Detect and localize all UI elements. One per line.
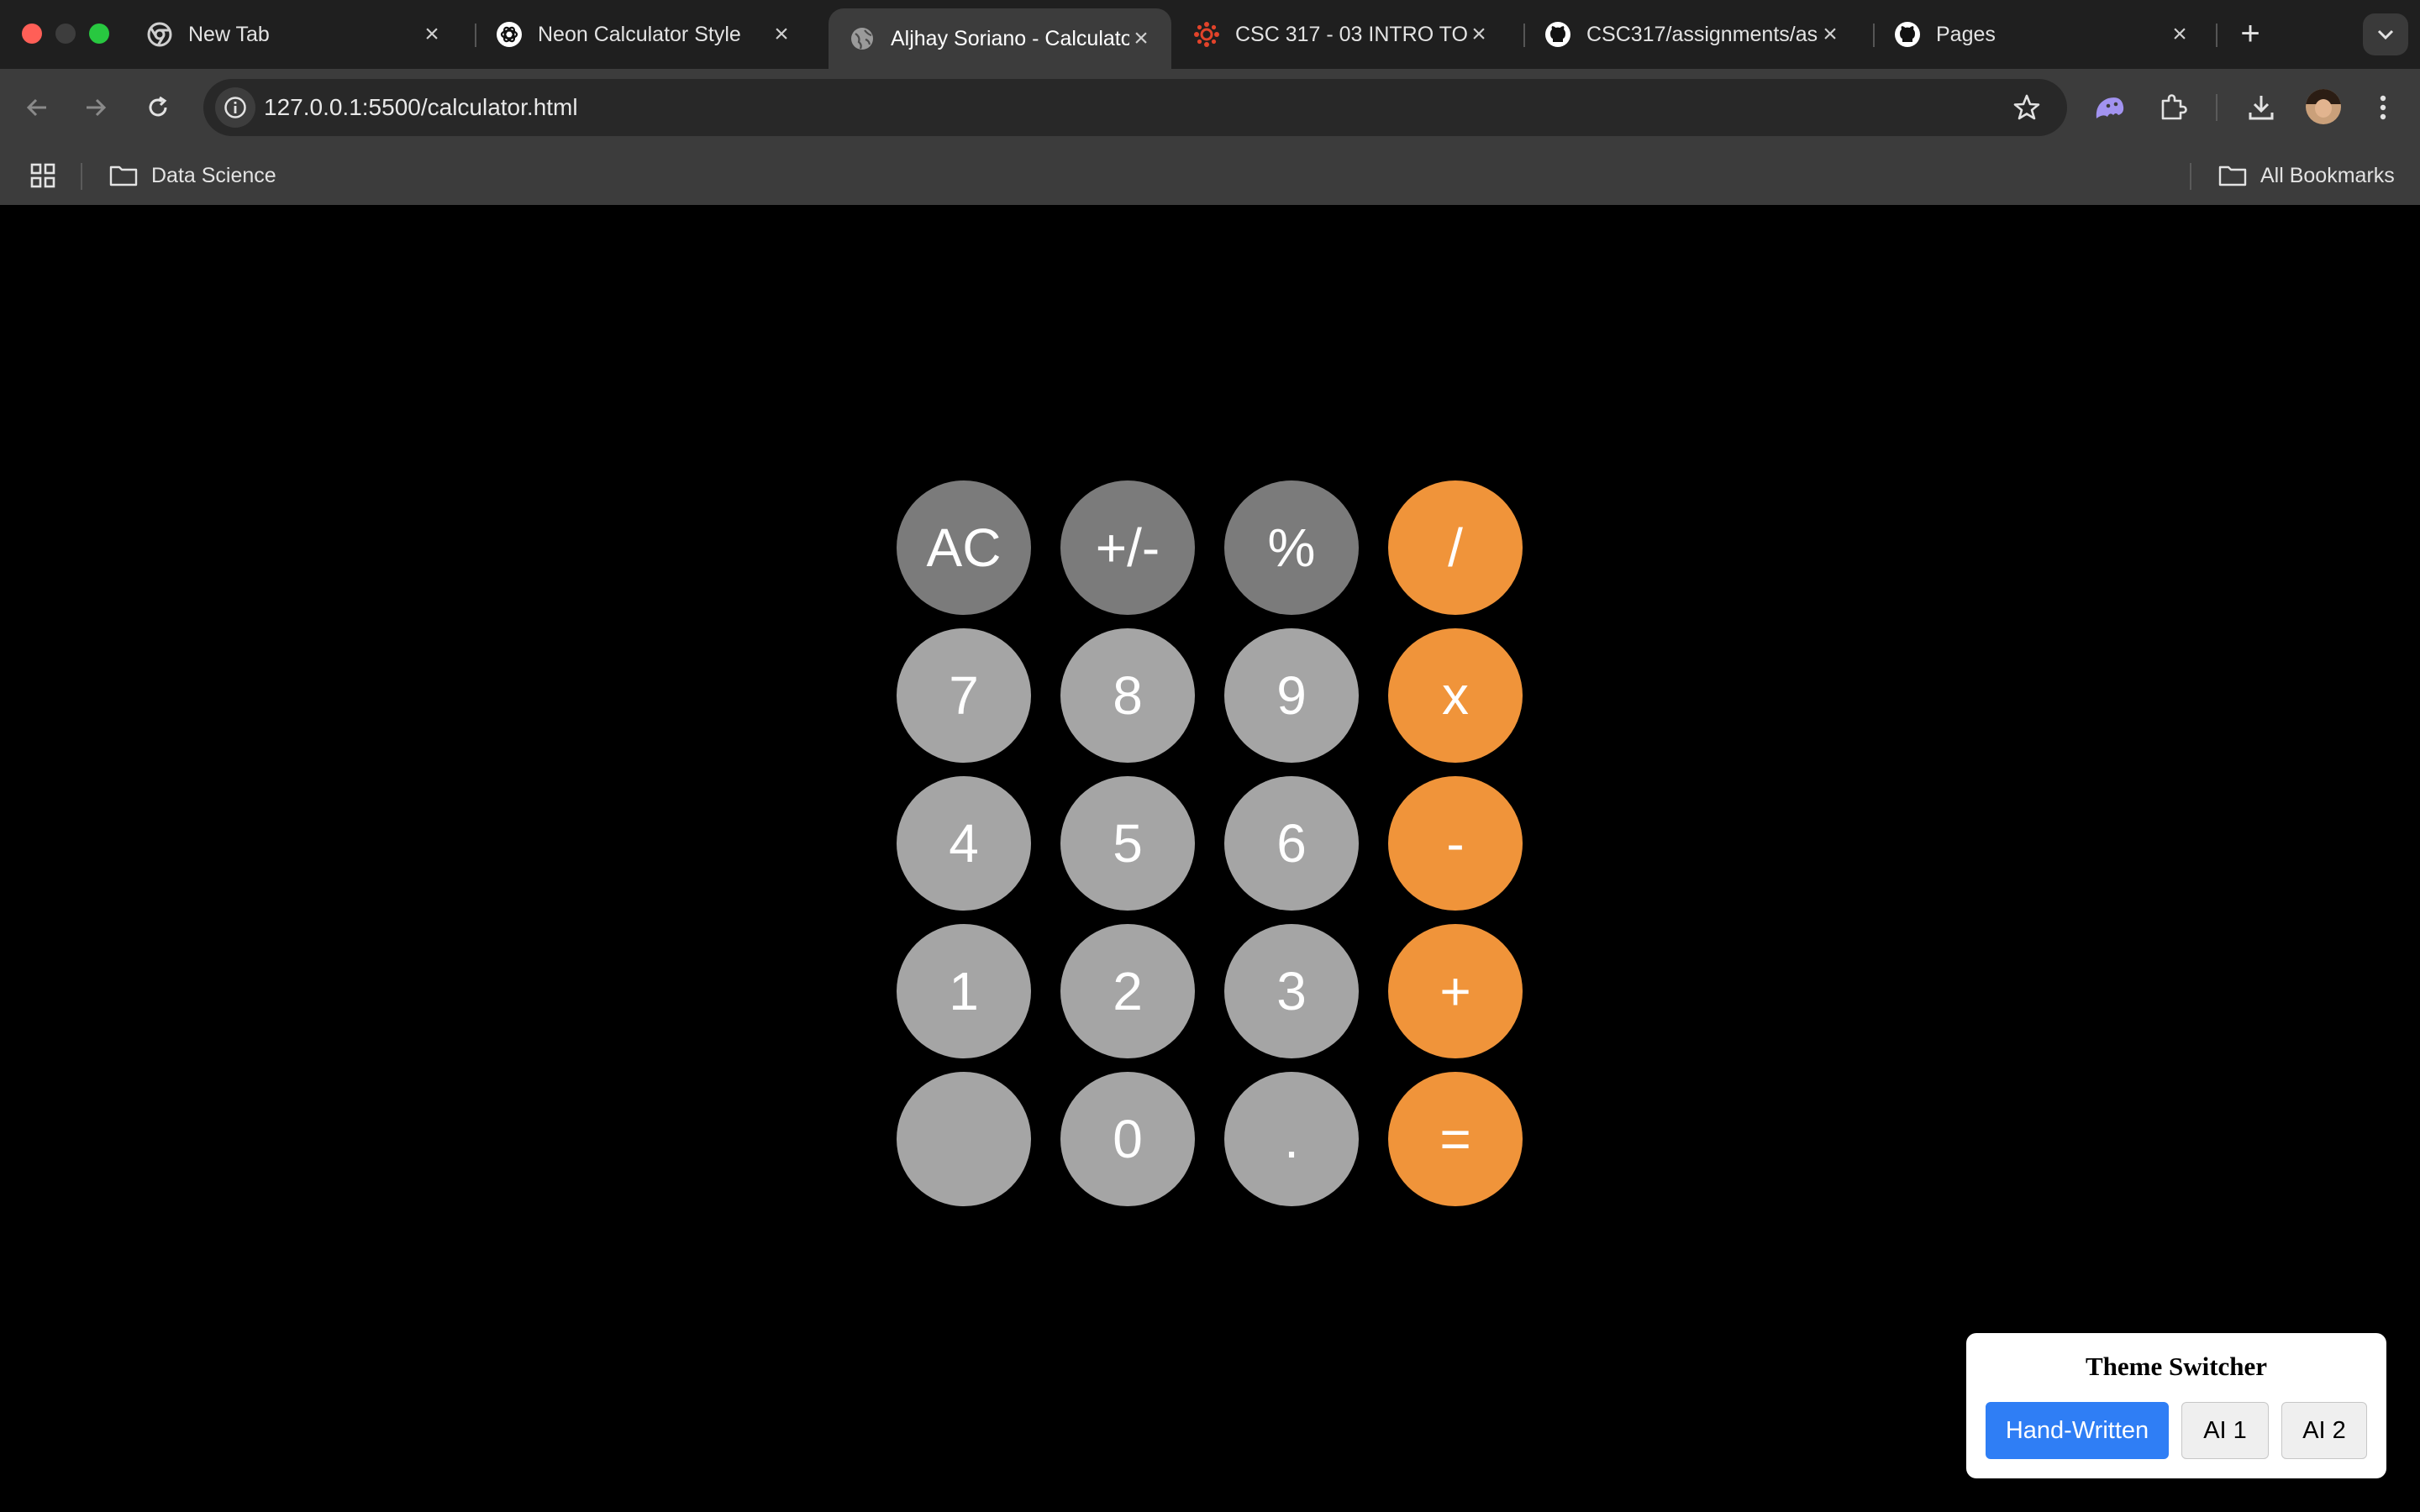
site-info-button[interactable] [215, 87, 255, 128]
address-bar[interactable]: 127.0.0.1:5500/calculator.html [203, 79, 2067, 136]
globe-icon [849, 25, 876, 52]
tab-new-tab[interactable]: New Tab × [126, 8, 462, 60]
theme-switcher-title: Theme Switcher [2085, 1352, 2268, 1381]
url-text: 127.0.0.1:5500/calculator.html [264, 94, 578, 120]
browser-toolbar: 127.0.0.1:5500/calculator.html [0, 69, 2420, 146]
reload-icon [149, 96, 167, 117]
profile-avatar[interactable] [2306, 89, 2341, 124]
digit-2-button[interactable]: 2 [1060, 924, 1195, 1058]
forward-button[interactable] [76, 87, 116, 128]
new-tab-button[interactable]: + [2232, 15, 2269, 52]
decimal-button[interactable]: . [1224, 1072, 1359, 1206]
theme-ai-1-button[interactable]: AI 1 [2181, 1402, 2269, 1459]
openai-icon [496, 21, 523, 48]
extension-ghost-button[interactable] [2091, 89, 2128, 126]
apps-grid-icon[interactable] [30, 163, 55, 188]
theme-switcher-panel: Theme Switcher Hand-Written AI 1 AI 2 [1966, 1333, 2386, 1478]
tab-csc317-assignments[interactable]: CSC317/assignments/assignment × [1524, 8, 1860, 60]
toolbar-divider [2216, 94, 2217, 121]
star-icon [2013, 94, 2040, 120]
bookmark-data-science[interactable]: Data Science [109, 146, 276, 205]
forward-arrow-icon [87, 98, 107, 117]
ghost-icon [2096, 97, 2124, 118]
theme-hand-written-button[interactable]: Hand-Written [1986, 1402, 2169, 1459]
chevron-down-icon [2377, 29, 2394, 40]
close-tab-icon[interactable]: × [770, 22, 793, 47]
folder-icon [2218, 165, 2247, 186]
github-icon [1544, 21, 1571, 48]
percent-button[interactable]: % [1224, 480, 1359, 615]
digit-9-button[interactable]: 9 [1224, 628, 1359, 763]
tab-search-button[interactable] [2363, 13, 2408, 55]
reload-button[interactable] [138, 87, 178, 128]
close-window-button[interactable] [22, 24, 42, 44]
chrome-icon [146, 21, 173, 48]
digit-6-button[interactable]: 6 [1224, 776, 1359, 911]
kebab-menu-icon [2380, 95, 2386, 120]
download-icon [2249, 96, 2274, 120]
tab-title: New Tab [188, 22, 270, 46]
subtract-button[interactable]: - [1388, 776, 1523, 911]
blank-button[interactable] [897, 1072, 1031, 1206]
tab-title: Aljhay Soriano - Calculator [891, 26, 1129, 50]
minimize-window-button[interactable] [55, 24, 76, 44]
tab-title: Pages [1936, 22, 1996, 46]
bookmarks-bar: Data Science All Bookmarks [0, 146, 2420, 205]
close-tab-icon[interactable]: × [1467, 22, 1491, 47]
add-button[interactable]: + [1388, 924, 1523, 1058]
digit-5-button[interactable]: 5 [1060, 776, 1195, 911]
avatar-face [2315, 99, 2332, 118]
tab-calculator-active[interactable]: Aljhay Soriano - Calculator × [829, 8, 1171, 69]
bookmarks-divider [81, 163, 82, 190]
close-tab-icon[interactable]: × [1818, 22, 1842, 47]
maximize-window-button[interactable] [89, 24, 109, 44]
divide-button[interactable]: / [1388, 480, 1523, 615]
all-bookmarks-button[interactable]: All Bookmarks [2218, 146, 2395, 205]
tab-pages[interactable]: Pages × [1874, 8, 2210, 60]
tab-title: Neon Calculator Style [538, 22, 741, 46]
close-tab-icon[interactable]: × [420, 22, 444, 47]
back-arrow-icon [26, 98, 46, 117]
multiply-button[interactable]: x [1388, 628, 1523, 763]
clear-button[interactable]: AC [897, 480, 1031, 615]
tab-title: CSC317/assignments/assignment [1586, 22, 1818, 46]
browser-menu-button[interactable] [2365, 89, 2402, 126]
canvas-icon [1193, 21, 1220, 48]
extensions-button[interactable] [2154, 89, 2191, 126]
calculator-keypad: AC +/-%/ 7 8 9 x 4 5 6- 1 2 3 +0. = [897, 480, 1523, 1206]
digit-1-button[interactable]: 1 [897, 924, 1031, 1058]
digit-3-button[interactable]: 3 [1224, 924, 1359, 1058]
folder-icon [109, 165, 138, 186]
bookmark-star-button[interactable] [2010, 91, 2044, 124]
tab-csc-317-canvas[interactable]: CSC 317 - 03 INTRO TO WEB × [1173, 8, 1509, 60]
tab-title: CSC 317 - 03 INTRO TO WEB [1235, 22, 1467, 46]
downloads-button[interactable] [2243, 89, 2280, 126]
digit-0-button[interactable]: 0 [1060, 1072, 1195, 1206]
equals-button[interactable]: = [1388, 1072, 1523, 1206]
digit-7-button[interactable]: 7 [897, 628, 1031, 763]
puzzle-icon [2161, 94, 2187, 120]
tab-strip: New Tab × Neon Calculator Style × Aljhay… [0, 0, 2420, 69]
info-icon [224, 97, 246, 118]
tab-divider [2216, 24, 2217, 47]
all-bookmarks-label: All Bookmarks [2260, 163, 2395, 187]
digit-4-button[interactable]: 4 [897, 776, 1031, 911]
close-tab-icon[interactable]: × [2168, 22, 2191, 47]
theme-ai-2-button[interactable]: AI 2 [2281, 1402, 2367, 1459]
digit-8-button[interactable]: 8 [1060, 628, 1195, 763]
bookmark-label: Data Science [151, 163, 276, 187]
tab-neon-calculator[interactable]: Neon Calculator Style × [476, 8, 812, 60]
bookmarks-divider [2190, 163, 2191, 190]
back-button[interactable] [17, 87, 57, 128]
close-tab-icon[interactable]: × [1129, 26, 1153, 51]
toggle-sign-button[interactable]: +/- [1060, 480, 1195, 615]
github-icon [1894, 21, 1921, 48]
